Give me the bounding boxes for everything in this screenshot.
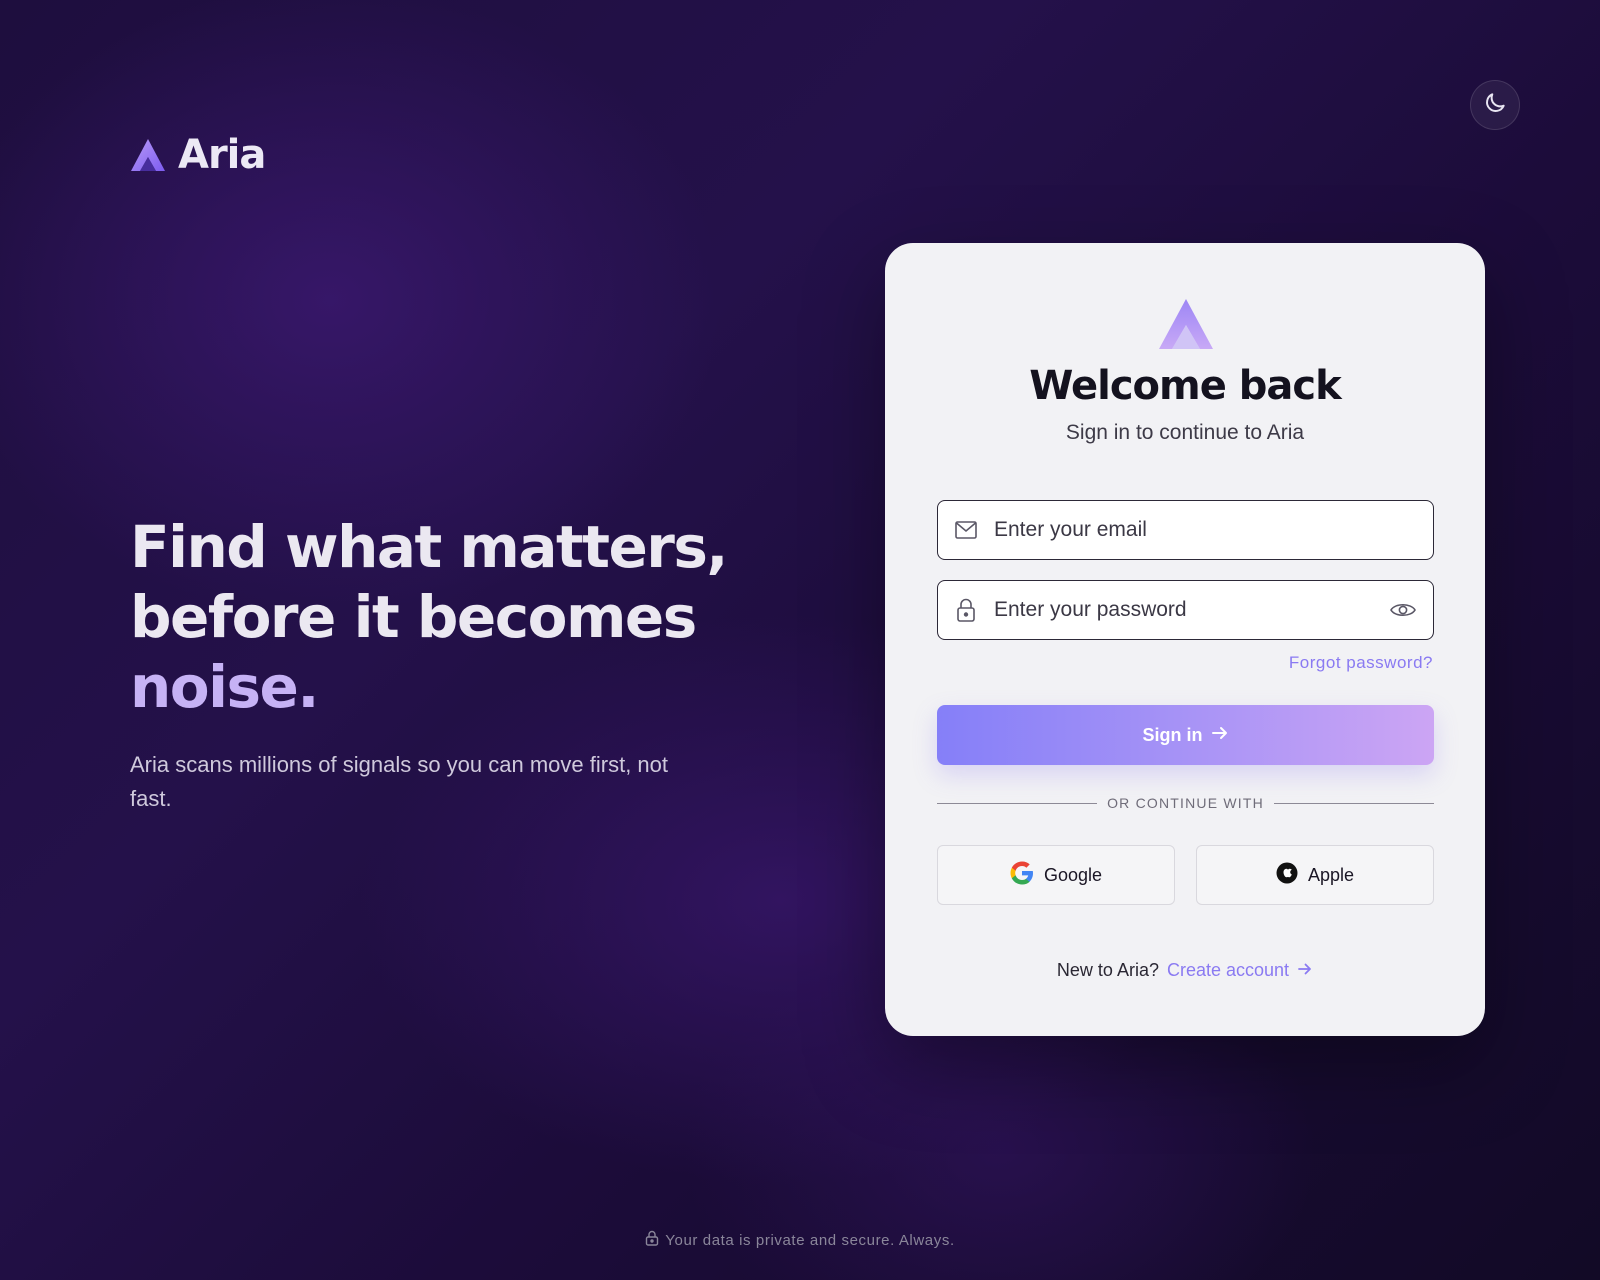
eye-icon[interactable]: [1389, 598, 1417, 622]
aria-logo-icon: [130, 137, 166, 173]
hero-subtext: Aria scans millions of signals so you ca…: [130, 752, 669, 811]
signup-row: New to Aria? Create account: [885, 960, 1485, 981]
divider-line: [1273, 802, 1435, 804]
mail-icon: [954, 518, 978, 542]
headline-accent: noise.: [130, 653, 319, 721]
footer-text: Your data is private and secure. Always.: [665, 1231, 955, 1249]
card-subtitle: Sign in to continue to Aria: [1065, 421, 1305, 444]
apple-signin-button[interactable]: Apple: [1196, 845, 1434, 905]
apple-icon: [1276, 862, 1298, 889]
signup-prompt: New to Aria?: [1056, 960, 1159, 980]
google-label: Google: [1043, 864, 1103, 885]
headline-line-2: before it becomes: [130, 583, 697, 651]
arrow-right-icon: [1211, 725, 1229, 746]
google-icon: [1010, 861, 1034, 890]
divider-label: OR CONTINUE WITH: [1107, 795, 1264, 811]
create-account-link[interactable]: Create account: [1167, 960, 1313, 981]
password-input[interactable]: [994, 598, 1389, 622]
forgot-password-link[interactable]: Forgot password?: [1289, 653, 1433, 673]
headline-line-1: Find what matters,: [130, 513, 728, 581]
card-title: Welcome back: [1029, 363, 1341, 409]
hero-headline: Find what matters, before it becomes noi…: [130, 512, 750, 722]
hero-section: Find what matters, before it becomes noi…: [130, 512, 750, 816]
theme-toggle-button[interactable]: [1470, 80, 1520, 130]
signin-label: Sign in: [1142, 724, 1203, 745]
signin-card: Welcome back Sign in to continue to Aria: [885, 243, 1485, 1036]
divider-line: [937, 802, 1098, 804]
signin-button[interactable]: Sign in: [937, 705, 1434, 765]
brand-name: Aria: [178, 132, 266, 178]
divider: OR CONTINUE WITH: [937, 795, 1435, 811]
footer-note: Your data is private and secure. Always.: [0, 1230, 1600, 1250]
lock-icon: [954, 598, 978, 622]
google-signin-button[interactable]: Google: [937, 845, 1175, 905]
apple-label: Apple: [1307, 864, 1355, 885]
brand[interactable]: Aria: [130, 132, 266, 178]
password-field[interactable]: [937, 580, 1434, 640]
lock-icon: [645, 1230, 659, 1250]
email-field[interactable]: [937, 500, 1434, 560]
create-account-label: Create account: [1166, 960, 1290, 980]
aria-logo-icon: [1159, 299, 1213, 356]
email-input[interactable]: [994, 518, 1417, 542]
moon-icon: [1482, 90, 1508, 121]
arrow-right-icon: [1297, 960, 1313, 981]
